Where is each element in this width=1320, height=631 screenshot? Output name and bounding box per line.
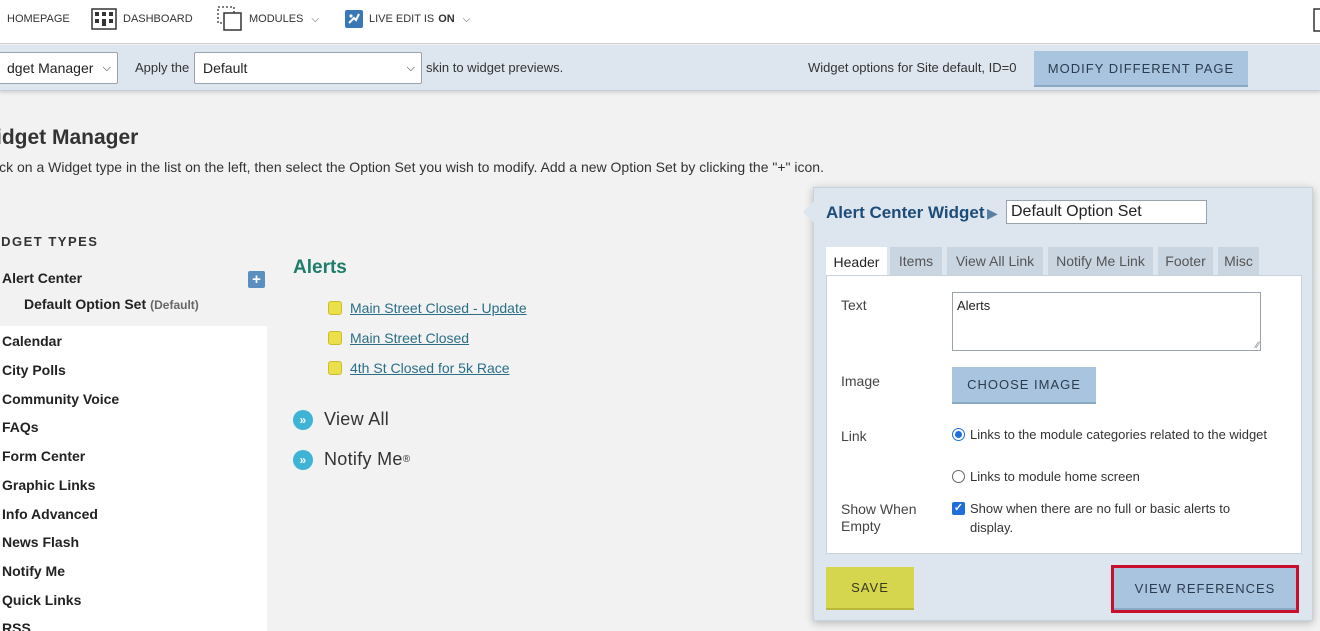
- widget-type-item[interactable]: Info Advanced: [2, 506, 98, 522]
- header-text-value: Alerts: [957, 298, 991, 313]
- nav-modules[interactable]: MODULES ⌵: [217, 0, 319, 38]
- tab-view-all-link[interactable]: View All Link: [947, 247, 1043, 275]
- apply-the-label: Apply the: [135, 60, 190, 75]
- image-field-label: Image: [841, 373, 880, 389]
- nav-live-edit[interactable]: LIVE EDIT IS ON ⌵: [345, 0, 470, 38]
- header-tab-content: Text Alerts ∕∕ Image CHOOSE IMAGE Link L…: [826, 275, 1302, 554]
- notify-me-label: Notify Me: [324, 449, 403, 469]
- widget-types-heading: IDGET TYPES: [0, 234, 99, 249]
- widget-type-item[interactable]: FAQs: [2, 419, 39, 435]
- chevron-right-circle-icon: »: [293, 409, 313, 430]
- preview-view-all[interactable]: » View All: [293, 409, 389, 430]
- option-set-name: Default Option Set: [24, 296, 147, 312]
- alert-bullet-icon: [328, 301, 342, 315]
- show-when-empty-option[interactable]: ✓ Show when there are no full or basic a…: [952, 499, 1272, 537]
- alert-bullet-icon: [328, 361, 342, 375]
- preview-title: Alerts: [293, 257, 347, 278]
- widget-type-list: Calendar City Polls Community Voice FAQs…: [0, 326, 267, 631]
- option-set-item[interactable]: Default Option Set (Default): [24, 296, 199, 312]
- widget-type-item[interactable]: Graphic Links: [2, 477, 95, 493]
- page-description: ick on a Widget type in the list on the …: [0, 159, 824, 175]
- preview-alert-link[interactable]: Main Street Closed: [350, 330, 469, 346]
- link-option-2-label: Links to module home screen: [970, 469, 1140, 484]
- widget-options-panel: Alert Center Widget ▶ Default Option Set…: [803, 187, 1313, 621]
- preview-alert-item[interactable]: Main Street Closed: [328, 330, 469, 346]
- dashboard-icon: [91, 8, 117, 30]
- tab-header[interactable]: Header: [826, 247, 887, 276]
- widget-type-item[interactable]: City Polls: [2, 362, 66, 378]
- top-navigation: HOMEPAGE DASHBOARD MODULES ⌵ LIVE EDIT I…: [0, 0, 1320, 44]
- manager-select-value: dget Manager: [7, 60, 94, 76]
- registered-mark: ®: [402, 454, 411, 465]
- skin-select-value: Default: [203, 60, 248, 76]
- widget-type-label: Alert Center: [2, 270, 83, 286]
- nav-dashboard-label: DASHBOARD: [123, 13, 193, 25]
- page-title: idget Manager: [0, 126, 139, 149]
- choose-image-button[interactable]: CHOOSE IMAGE: [952, 367, 1096, 404]
- preview-alert-item[interactable]: 4th St Closed for 5k Race: [328, 360, 510, 376]
- radio-selected[interactable]: [952, 428, 965, 441]
- show-when-empty-option-label: Show when there are no full or basic ale…: [970, 501, 1231, 535]
- widget-type-item[interactable]: Calendar: [2, 333, 62, 349]
- widget-options-label: Widget options for Site default, ID=0: [808, 60, 1017, 75]
- preview-alert-link[interactable]: 4th St Closed for 5k Race: [350, 360, 510, 376]
- widget-toolbar: dget Manager ⌵ Apply the Default ⌵ skin …: [0, 45, 1320, 91]
- chevron-down-icon: ⌵: [406, 62, 415, 74]
- save-button[interactable]: SAVE: [826, 567, 914, 610]
- add-option-set-icon[interactable]: +: [248, 271, 265, 288]
- alert-bullet-icon: [328, 331, 342, 345]
- tab-misc[interactable]: Misc: [1218, 247, 1259, 275]
- widget-type-item[interactable]: Community Voice: [2, 391, 119, 407]
- triangle-right-icon: ▶: [987, 205, 998, 221]
- modify-different-page-button[interactable]: MODIFY DIFFERENT PAGE: [1034, 51, 1248, 87]
- chevron-down-icon: ⌵: [462, 13, 471, 25]
- tab-footer[interactable]: Footer: [1158, 247, 1213, 275]
- resize-grip-icon[interactable]: ∕∕: [1256, 341, 1259, 350]
- widget-type-item[interactable]: Quick Links: [2, 592, 81, 608]
- view-all-label: View All: [324, 409, 390, 429]
- link-option-home[interactable]: Links to module home screen: [952, 467, 1272, 486]
- nav-homepage-label: HOMEPAGE: [7, 13, 70, 25]
- nav-homepage[interactable]: HOMEPAGE: [7, 0, 70, 38]
- option-set-default-tag: (Default): [150, 298, 199, 312]
- widget-type-alert-center[interactable]: Alert Center + Default Option Set (Defaul…: [0, 262, 267, 322]
- option-set-name-input[interactable]: Default Option Set: [1006, 200, 1207, 224]
- nav-modules-label: MODULES: [249, 13, 304, 25]
- link-option-categories[interactable]: Links to the module categories related t…: [952, 425, 1272, 444]
- preview-alert-link[interactable]: Main Street Closed - Update: [350, 300, 527, 316]
- panel-title: Alert Center Widget: [826, 203, 985, 222]
- header-text-input[interactable]: Alerts ∕∕: [952, 292, 1261, 351]
- show-when-empty-label: Show When Empty: [841, 501, 917, 534]
- page-icon[interactable]: [1313, 8, 1320, 32]
- nav-dashboard[interactable]: DASHBOARD: [91, 0, 193, 38]
- tab-notify-me-link[interactable]: Notify Me Link: [1048, 247, 1153, 275]
- chevron-down-icon: ⌵: [311, 13, 319, 25]
- preview-notify-me[interactable]: » Notify Me ®: [293, 449, 410, 470]
- nav-live-edit-label: LIVE EDIT IS: [369, 13, 435, 25]
- panel-pointer: [803, 201, 814, 223]
- modules-icon: [217, 6, 242, 31]
- radio-unselected[interactable]: [952, 470, 965, 483]
- skin-select[interactable]: Default ⌵: [194, 52, 422, 84]
- nav-live-edit-state: ON: [438, 13, 455, 25]
- live-edit-icon: [345, 10, 363, 28]
- widget-type-item[interactable]: Form Center: [2, 448, 85, 464]
- widget-type-item[interactable]: Notify Me: [2, 563, 65, 579]
- chevron-right-circle-icon: »: [293, 449, 313, 470]
- widget-type-item[interactable]: RSS: [2, 620, 31, 631]
- checkbox-checked-icon[interactable]: ✓: [952, 502, 965, 515]
- skin-suffix-label: skin to widget previews.: [426, 60, 564, 75]
- preview-alert-item[interactable]: Main Street Closed - Update: [328, 300, 527, 316]
- chevron-down-icon: ⌵: [102, 62, 111, 74]
- link-field-label: Link: [841, 428, 867, 444]
- widget-type-item[interactable]: News Flash: [2, 534, 79, 550]
- view-references-button[interactable]: VIEW REFERENCES: [1114, 568, 1296, 610]
- link-option-1-label: Links to the module categories related t…: [970, 427, 1268, 442]
- view-references-highlight: VIEW REFERENCES: [1111, 565, 1299, 613]
- manager-select[interactable]: dget Manager ⌵: [0, 52, 118, 84]
- tab-items[interactable]: Items: [890, 247, 942, 275]
- text-field-label: Text: [841, 297, 867, 313]
